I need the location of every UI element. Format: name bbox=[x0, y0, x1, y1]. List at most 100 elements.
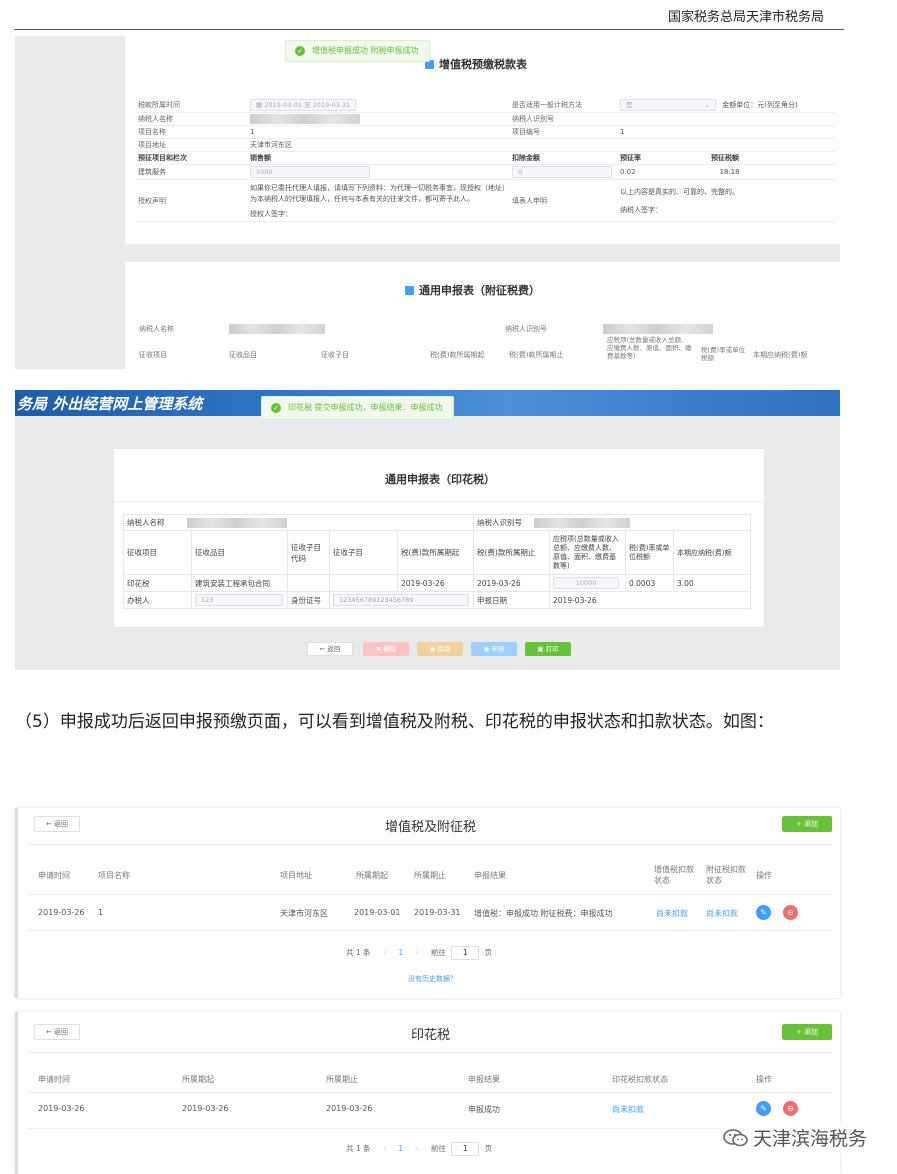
redacted-value bbox=[603, 324, 713, 334]
next-page-icon[interactable]: › bbox=[416, 948, 419, 957]
tax-value: 18.18 bbox=[719, 168, 740, 176]
redacted-value bbox=[534, 518, 631, 528]
pager-current[interactable]: 1 bbox=[398, 1144, 403, 1153]
wechat-icon bbox=[723, 1129, 748, 1147]
period-range-input[interactable]: ▦ 2019-03-01 至 2019-03-31 bbox=[250, 99, 357, 111]
system-brand: 务局 外出经营网上管理系统 bbox=[17, 395, 203, 413]
col-header: 操作 bbox=[756, 871, 772, 880]
deduct-input[interactable]: 0 bbox=[512, 166, 612, 178]
stamp-col: 应税项(总数量或收入总额、应缴费人数、原值、面积、缴费基数等) bbox=[549, 530, 626, 575]
project-addr-label: 项目地址 bbox=[135, 138, 247, 152]
wechat-watermark: 天津滨海税务 bbox=[718, 1122, 871, 1153]
pager-current[interactable]: 1 bbox=[398, 948, 403, 957]
next-page-icon[interactable]: › bbox=[416, 1144, 419, 1153]
pager-unit: 页 bbox=[484, 948, 493, 957]
stamp-cell bbox=[329, 574, 398, 592]
general-method-label: 是否适用一般计税方法 bbox=[509, 98, 617, 113]
declarant-label: 填表人申明 bbox=[509, 179, 617, 222]
general-method-select[interactable]: 是 ⌄ bbox=[620, 99, 716, 111]
surcharge-id-label: 纳税人识别号 bbox=[505, 325, 547, 333]
prev-page-icon[interactable]: ‹ bbox=[383, 1144, 386, 1153]
project-no-value: 1 bbox=[617, 125, 835, 139]
col-header: 操作 bbox=[756, 1075, 772, 1084]
project-no-label: 项目编号 bbox=[509, 125, 617, 139]
vat-deduct-status-link[interactable]: 尚未扣款 bbox=[656, 908, 688, 919]
col-item: 预征项目和栏次 bbox=[135, 151, 247, 165]
vat-prepay-table: 税款所属时间 ▦ 2019-03-01 至 2019-03-31 是否适用一般计… bbox=[135, 98, 835, 222]
stamp-deduct-status-link[interactable]: 尚未扣款 bbox=[612, 1104, 644, 1115]
project-addr-value: 天津市河东区 bbox=[247, 138, 509, 152]
surcharge-name-label: 纳税人名称 bbox=[139, 325, 174, 333]
stamp-cell: 印花税 bbox=[123, 574, 192, 592]
stamp-id-label: 纳税人识别号 bbox=[477, 518, 522, 527]
col-rate: 预征率 bbox=[620, 154, 641, 162]
print-button[interactable]: ▣ 打印 bbox=[525, 642, 571, 656]
auth-sign: 授权人签字： bbox=[250, 210, 292, 218]
stamp-col: 征收子目 bbox=[329, 530, 398, 575]
back-button[interactable]: ← 返回 bbox=[307, 642, 353, 656]
project-name-label: 项目名称 bbox=[135, 125, 247, 139]
edit-icon[interactable]: ✎ bbox=[756, 1101, 771, 1116]
pager-total: 共 1 条 bbox=[346, 1144, 371, 1153]
idcard-label: 身份证号 bbox=[287, 591, 330, 609]
divider bbox=[28, 930, 833, 931]
handler-input[interactable]: 123 bbox=[195, 594, 283, 606]
pager-input[interactable]: 1 bbox=[451, 1142, 480, 1156]
date-value: 2019-03-26 bbox=[549, 591, 751, 609]
divider bbox=[28, 844, 833, 845]
divider bbox=[28, 1052, 833, 1053]
pager-input[interactable]: 1 bbox=[451, 946, 480, 960]
col-header: 项目名称 bbox=[98, 871, 130, 880]
cell-period-from: 2019-03-01 bbox=[354, 908, 401, 917]
surcharge-title: 通用申报表（附征税费） bbox=[405, 282, 540, 298]
delete-icon[interactable]: ⊖ bbox=[783, 1101, 798, 1116]
add-button[interactable]: + 添加 bbox=[782, 1024, 832, 1040]
surcharge-col: 税(费)率或单位税额 bbox=[701, 346, 746, 362]
col-header: 所属期止 bbox=[326, 1075, 358, 1084]
stamp-list-title: 印花税 bbox=[410, 1028, 450, 1043]
stamp-cell: 建筑安装工程承包合同 bbox=[191, 574, 288, 592]
declarant-text: 以上内容是真实的、可靠的、完整的。 bbox=[620, 187, 739, 196]
auth-label: 授权声明 bbox=[135, 179, 247, 222]
pagination: 共 1 条 ‹ 1 › 前往 1 页 bbox=[346, 1142, 492, 1156]
cell-period-to: 2019-03-31 bbox=[414, 908, 461, 917]
cell-apply-date: 2019-03-26 bbox=[38, 1104, 85, 1113]
prev-page-icon[interactable]: ‹ bbox=[383, 948, 386, 957]
taxpayer-id-label: 纳税人识别号 bbox=[509, 112, 617, 126]
col-header: 所属期起 bbox=[356, 871, 388, 880]
screenshot-stamp-list: ← 返回 印花税 + 添加 申请时间 所属期起 所属期止 申报结果 印花税扣款状… bbox=[15, 1012, 840, 1174]
col-header: 申报结果 bbox=[474, 871, 506, 880]
stamp-col: 征收子目代码 bbox=[287, 530, 330, 575]
col-header: 申报结果 bbox=[468, 1075, 500, 1084]
taxable-amount-input[interactable]: 10000 bbox=[553, 577, 619, 589]
sales-input[interactable]: 1000 bbox=[250, 166, 370, 178]
stamp-cell bbox=[287, 574, 330, 592]
save-button[interactable]: ◉ 保存 bbox=[417, 642, 463, 656]
stamp-cell: 2019-03-26 bbox=[473, 574, 550, 592]
stamp-tax-table: 纳税人名称 纳税人识别号 征收项目 征收品目 征收子目代码 征收子目 税(费)款… bbox=[123, 514, 751, 609]
surcharge-col: 征收子目 bbox=[321, 351, 349, 359]
idcard-input[interactable]: 123456789123456789 bbox=[333, 594, 469, 606]
history-link[interactable]: 没有历史数据？ bbox=[408, 974, 457, 984]
col-sales: 销售额 bbox=[247, 151, 509, 165]
project-name-value: 1 bbox=[247, 125, 509, 139]
auth-text: 如果你已委托代理人填报，请填写下列资料：为代理一切税务事宜，现授权（地址）为本纳… bbox=[250, 184, 506, 203]
org-name: 国家税务总局天津市税务局 bbox=[667, 10, 824, 25]
amount-unit: 金额单位：元(列至角分) bbox=[722, 101, 798, 109]
surcharge-col: 本期应纳税(费)额 bbox=[753, 351, 808, 359]
pager-unit: 页 bbox=[484, 1144, 493, 1153]
pager-total: 共 1 条 bbox=[346, 948, 371, 957]
submit-button[interactable]: ◉ 申报 bbox=[471, 642, 517, 656]
delete-button[interactable]: ✖ 删除 bbox=[363, 642, 409, 656]
add-button[interactable]: + 添加 bbox=[782, 816, 832, 832]
vat-prepay-title: 增值税预缴税款表 bbox=[425, 56, 527, 72]
surcharge-deduct-status-link[interactable]: 尚未扣款 bbox=[706, 908, 738, 919]
vat-prepay-card: 增值税预缴税款表 税款所属时间 ▦ 2019-03-01 至 2019-03-3… bbox=[125, 36, 840, 244]
delete-icon[interactable]: ⊖ bbox=[783, 905, 798, 920]
col-header: 附征税扣款状态 bbox=[706, 865, 746, 885]
cell-period-from: 2019-03-26 bbox=[182, 1104, 229, 1113]
taxpayer-name-label: 纳税人名称 bbox=[135, 112, 247, 126]
success-toast: ✓ 印花税 提交申报成功，申报结果：申报成功 bbox=[261, 396, 454, 420]
edit-icon[interactable]: ✎ bbox=[756, 905, 771, 920]
divider bbox=[28, 894, 833, 895]
